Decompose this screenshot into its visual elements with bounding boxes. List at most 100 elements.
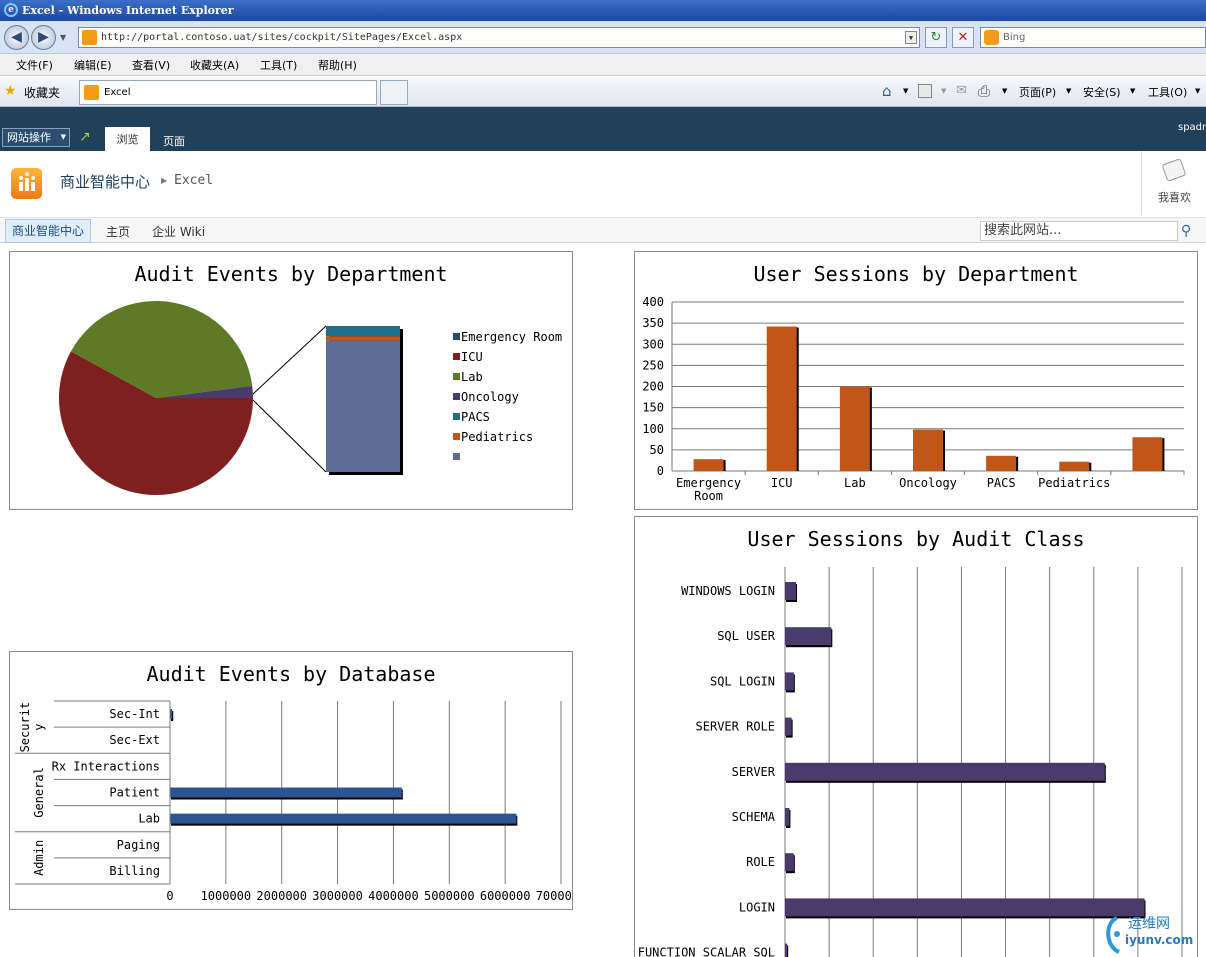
breakout-segment-pacs: [326, 326, 400, 337]
nav-item-wiki[interactable]: 企业 Wiki: [152, 223, 205, 240]
y-tick-label: SQL LOGIN: [710, 674, 775, 688]
legend-swatch: [453, 413, 460, 420]
y-tick-label: SERVER ROLE: [696, 720, 775, 734]
breadcrumb-arrow-icon: ▶: [161, 176, 168, 185]
bar-sql-login: [785, 672, 794, 691]
x-tick-label: Oncology: [899, 476, 957, 490]
tools-dropdown-icon: ▼: [1195, 87, 1201, 95]
watermark-url: iyunv.com: [1125, 933, 1194, 947]
menu-view[interactable]: 查看(V): [132, 57, 170, 73]
feeds-icon[interactable]: [918, 84, 932, 98]
sharepoint-ribbon: 网站操作 ▼ ↗ 浏览 页面 spadm: [0, 107, 1206, 152]
tab-browse[interactable]: 浏览: [105, 127, 150, 152]
browser-window: e Excel - Windows Internet Explorer ◀ ▶ …: [0, 0, 1206, 957]
bar-pediatrics: [1059, 461, 1090, 471]
address-input[interactable]: http://portal.contoso.uat/sites/cockpit/…: [78, 27, 920, 48]
tab-page[interactable]: 页面: [163, 133, 185, 149]
menu-help[interactable]: 帮助(H): [318, 57, 357, 73]
x-tick-label: Room: [694, 489, 723, 503]
tag-icon: [1161, 158, 1187, 182]
i-like-it-button[interactable]: 我喜欢: [1141, 151, 1206, 215]
top-navigation: 商业智能中心 主页 企业 Wiki 搜索此网站... ⚲: [0, 217, 1206, 243]
vbar-chart-svg: 0 50 100 150 200 250 300 350 400 EmergencyRoom ICU…: [642, 295, 1185, 503]
stop-button[interactable]: ✕: [952, 27, 974, 48]
x-tick-label: 5000000: [424, 889, 475, 903]
tab-title: Excel: [104, 87, 131, 98]
legend-swatch: [453, 333, 460, 340]
browser-tab-excel[interactable]: Excel: [79, 80, 377, 105]
pie-chart-svg: Emergency Room ICU Lab Oncology PACS Pediatri…: [59, 301, 562, 495]
bar-unlabeled: [1132, 437, 1163, 471]
menu-file[interactable]: 文件(F): [16, 57, 53, 73]
breakout-segment-pediatrics: [326, 336, 400, 341]
window-titlebar: e Excel - Windows Internet Explorer: [0, 0, 1206, 21]
group-label: Securit: [18, 702, 32, 753]
new-tab-button[interactable]: [380, 80, 408, 105]
tab-favicon-icon: [84, 85, 99, 100]
bar-lab: [839, 386, 870, 471]
star-icon: ★: [4, 83, 17, 99]
y-tick-label: 100: [642, 422, 664, 436]
y-tick-label: Paging: [117, 838, 160, 852]
nav-item-bi-center[interactable]: 商业智能中心: [5, 219, 91, 243]
legend-swatch: [453, 433, 460, 440]
menu-edit[interactable]: 编辑(E): [74, 57, 112, 73]
bar-lab: [170, 813, 517, 824]
page-menu[interactable]: 页面(P): [1019, 84, 1056, 100]
print-dropdown-icon[interactable]: ▼: [1002, 87, 1007, 95]
back-button[interactable]: ◀: [4, 25, 29, 50]
mail-icon[interactable]: ✉: [956, 83, 967, 98]
site-title-link[interactable]: 商业智能中心: [60, 171, 150, 192]
home-dropdown-icon[interactable]: ▼: [903, 87, 908, 95]
refresh-button[interactable]: ↻: [925, 27, 947, 48]
feeds-dropdown-icon[interactable]: ▼: [941, 87, 946, 95]
favorites-button[interactable]: 收藏夹: [24, 84, 60, 101]
user-menu[interactable]: spadm: [1178, 122, 1206, 133]
home-icon[interactable]: ⌂: [882, 82, 892, 100]
watermark-cn: 运维网: [1128, 916, 1170, 932]
legend-label: Lab: [461, 370, 483, 384]
site-actions-menu[interactable]: 网站操作 ▼: [2, 128, 70, 147]
watermark-logo: 运维网 iyunv.com: [1103, 912, 1206, 957]
legend-swatch: [453, 393, 460, 400]
address-url: http://portal.contoso.uat/sites/cockpit/…: [101, 32, 463, 43]
tools-menu[interactable]: 工具(O): [1148, 84, 1187, 100]
y-tick-label: SQL USER: [717, 629, 776, 643]
bar-schema: [785, 808, 790, 826]
bar-function-scalar-sql: [785, 943, 788, 957]
bar-login: [785, 898, 1145, 917]
i-like-it-label: 我喜欢: [1158, 191, 1191, 204]
favorites-bar: ★ 收藏夹 Excel ⌂ ▼ ▼ ✉ ⎙ ▼ 页面(P) ▼ 安全(S) ▼ …: [0, 77, 1206, 107]
page-dropdown-icon: ▼: [1066, 87, 1072, 95]
address-dropdown-icon[interactable]: ▼: [905, 31, 917, 44]
legend-label: ICU: [461, 350, 483, 364]
safety-menu[interactable]: 安全(S): [1083, 84, 1121, 100]
breakout-segment-unlabeled: [326, 340, 400, 472]
menu-favorites[interactable]: 收藏夹(A): [190, 57, 239, 73]
bing-search-input[interactable]: Bing: [980, 27, 1206, 48]
nav-item-home[interactable]: 主页: [106, 223, 130, 240]
group-label-wrap: y: [32, 724, 46, 731]
y-tick-label: 200: [642, 380, 664, 394]
group-label: General: [32, 767, 46, 818]
history-dropdown-icon[interactable]: ▼: [60, 33, 66, 42]
search-icon[interactable]: ⚲: [1181, 222, 1199, 240]
menu-tools[interactable]: 工具(T): [260, 57, 297, 73]
hbar-chart-svg: WINDOWS LOGIN SQL USER SQL LOGIN SERVER ROL…: [638, 567, 1183, 957]
y-tick-label: ROLE: [746, 855, 775, 869]
navigate-up-icon[interactable]: ↗: [79, 129, 91, 145]
site-actions-dropdown-icon: ▼: [60, 133, 66, 141]
legend-label: Pediatrics: [461, 430, 533, 444]
y-tick-label: 150: [642, 401, 664, 415]
site-search-input[interactable]: 搜索此网站...: [980, 221, 1178, 241]
forward-button[interactable]: ▶: [31, 25, 56, 50]
group-label: Admin: [32, 840, 46, 876]
legend-swatch: [453, 453, 460, 460]
legend-swatch: [453, 353, 460, 360]
print-icon[interactable]: ⎙: [978, 82, 990, 100]
x-tick-label: Pediatrics: [1038, 476, 1110, 490]
x-tick-label: 6000000: [480, 889, 531, 903]
y-tick-label: 300: [642, 337, 664, 351]
x-tick-label: 7000000: [536, 889, 572, 903]
bar-patient: [170, 787, 402, 798]
